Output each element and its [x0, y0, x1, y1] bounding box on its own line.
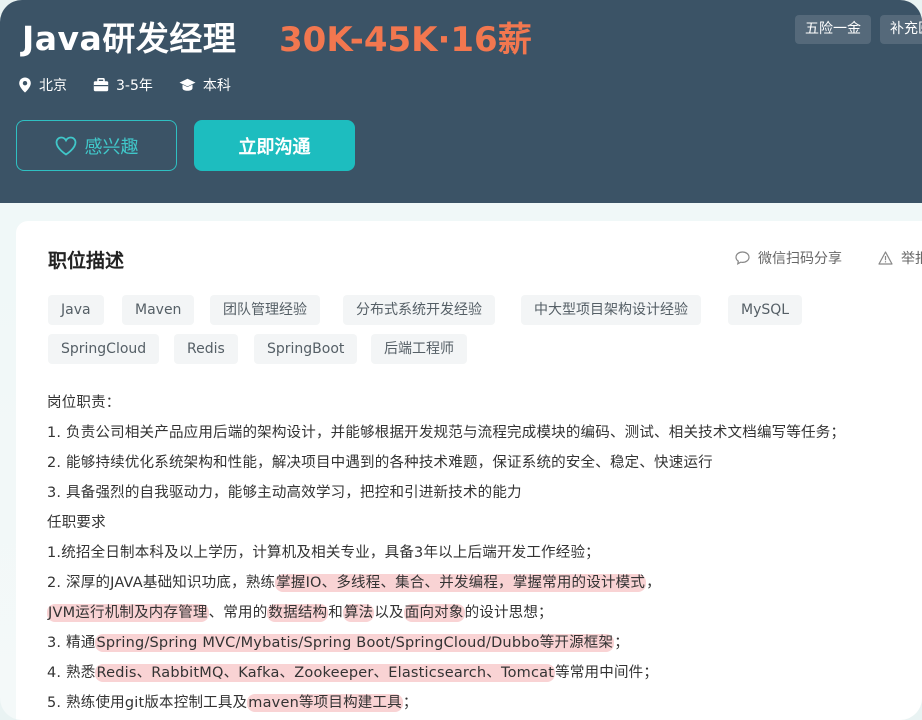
salary: 30K-45K·16薪 [279, 20, 532, 60]
skill-tag[interactable]: 分布式系统开发经验 [343, 295, 495, 325]
job-title: Java研发经理 [22, 19, 237, 58]
job-description-card: 职位描述 微信扫码分享 举报 Java Maven 团队管理经验 分布式系统开发… [16, 221, 922, 720]
description-line: 4. 熟悉Redis、RabbitMQ、Kafka、Zookeeper、Elas… [47, 658, 922, 688]
location-text: 北京 [39, 78, 67, 94]
chat-bubble-icon [735, 251, 750, 265]
skill-tag[interactable]: Java [48, 295, 104, 325]
job-meta: 北京 3-5年 本科 [18, 74, 257, 96]
skill-tag[interactable]: MySQL [728, 295, 803, 325]
report-label: 举报 [901, 251, 922, 267]
skill-tag[interactable]: 中大型项目架构设计经验 [521, 295, 701, 325]
skill-tag[interactable]: SpringBoot [254, 334, 358, 364]
text-span: 5. 熟练使用git版本控制工具及 [47, 695, 248, 711]
highlighted-text: maven等项目构建工具 [247, 694, 403, 712]
description-line: 3. 精通Spring/Spring MVC/Mybatis/Spring Bo… [47, 628, 922, 658]
section-title: 职位描述 [48, 250, 125, 272]
graduation-cap-icon [179, 78, 196, 91]
text-span: 、常用的 [208, 605, 268, 621]
description-line: 1. 负责公司相关产品应用后端的架构设计，并能够根据开发规范与流程完成模块的编码… [47, 425, 846, 441]
education-text: 本科 [202, 78, 231, 94]
text-span: 4. 熟悉 [47, 665, 96, 681]
share-label: 微信扫码分享 [758, 251, 842, 267]
interest-button-label: 感兴趣 [84, 136, 139, 158]
description-line: 1.统招全日制本科及以上学历，计算机及相关专业，具备3年以上后端开发工作经验； [47, 545, 600, 561]
text-span: 的设计思想； [464, 605, 553, 621]
highlighted-text: JVM运行机制及内存管理 [47, 604, 209, 622]
text-span: ； [402, 695, 418, 711]
highlighted-text: 面向对象 [403, 604, 465, 622]
description-line: 2. 能够持续优化系统架构和性能，解决项目中遇到的各种技术难题，保证系统的安全、… [47, 455, 713, 471]
chat-now-button[interactable]: 立即沟通 [194, 120, 355, 171]
interest-button[interactable]: 感兴趣 [16, 120, 177, 171]
text-span: 等常用中间件； [555, 665, 659, 681]
description-line: 3. 具备强烈的自我驱动力，能够主动高效学习，把控和引进新技术的能力 [47, 485, 522, 501]
highlighted-text: Spring/Spring MVC/Mybatis/Spring Boot/Sp… [95, 634, 615, 652]
experience-text: 3-5年 [116, 78, 153, 94]
text-span: 3. 精通 [47, 635, 96, 651]
skill-tag[interactable]: Maven [122, 295, 195, 325]
text-span: 以及 [374, 605, 404, 621]
skill-tag[interactable]: 后端工程师 [371, 334, 467, 364]
description-line: 任职要求 [47, 515, 106, 531]
text-span: ， [646, 575, 661, 591]
description-line: 5. 熟练使用git版本控制工具及maven等项目构建工具； [47, 688, 922, 718]
skill-tag[interactable]: 团队管理经验 [210, 295, 320, 325]
location-pin-icon [19, 77, 31, 93]
description-line: 岗位职责： [47, 395, 121, 411]
job-header: Java研发经理 30K-45K·16薪 五险一金 补充医 北京 3-5年 [0, 0, 922, 203]
meta-education: 本科 [179, 75, 231, 95]
skill-tag[interactable]: Redis [174, 334, 238, 364]
text-span: 2. 深厚的JAVA基础知识功底，熟练 [47, 575, 276, 591]
wechat-share-link[interactable]: 微信扫码分享 [735, 248, 842, 268]
highlighted-text: 算法 [342, 604, 375, 622]
benefit-tag: 五险一金 [795, 15, 871, 44]
heart-icon [55, 136, 76, 156]
meta-location: 北京 [18, 75, 67, 95]
skill-tag[interactable]: SpringCloud [48, 334, 160, 364]
report-link[interactable]: 举报 [878, 248, 922, 268]
warning-icon [878, 251, 893, 265]
benefit-tag: 补充医 [880, 15, 922, 44]
description-line: JVM运行机制及内存管理、常用的数据结构和算法以及面向对象的设计思想； [47, 598, 922, 628]
highlighted-text: 掌握IO、多线程、集合、并发编程，掌握常用的设计模式 [275, 574, 647, 592]
meta-experience: 3-5年 [93, 75, 153, 95]
description-line: 2. 深厚的JAVA基础知识功底，熟练掌握IO、多线程、集合、并发编程，掌握常用… [47, 568, 922, 598]
highlighted-text: Redis、RabbitMQ、Kafka、Zookeeper、Elasticse… [95, 664, 556, 682]
highlighted-text: 数据结构 [267, 604, 329, 622]
text-span: 和 [328, 605, 343, 621]
text-span: ； [614, 635, 629, 651]
job-description-text: 岗位职责： 1. 负责公司相关产品应用后端的架构设计，并能够根据开发规范与流程完… [47, 388, 922, 718]
briefcase-icon [93, 78, 109, 92]
job-detail-page: Java研发经理 30K-45K·16薪 五险一金 补充医 北京 3-5年 [0, 0, 922, 720]
